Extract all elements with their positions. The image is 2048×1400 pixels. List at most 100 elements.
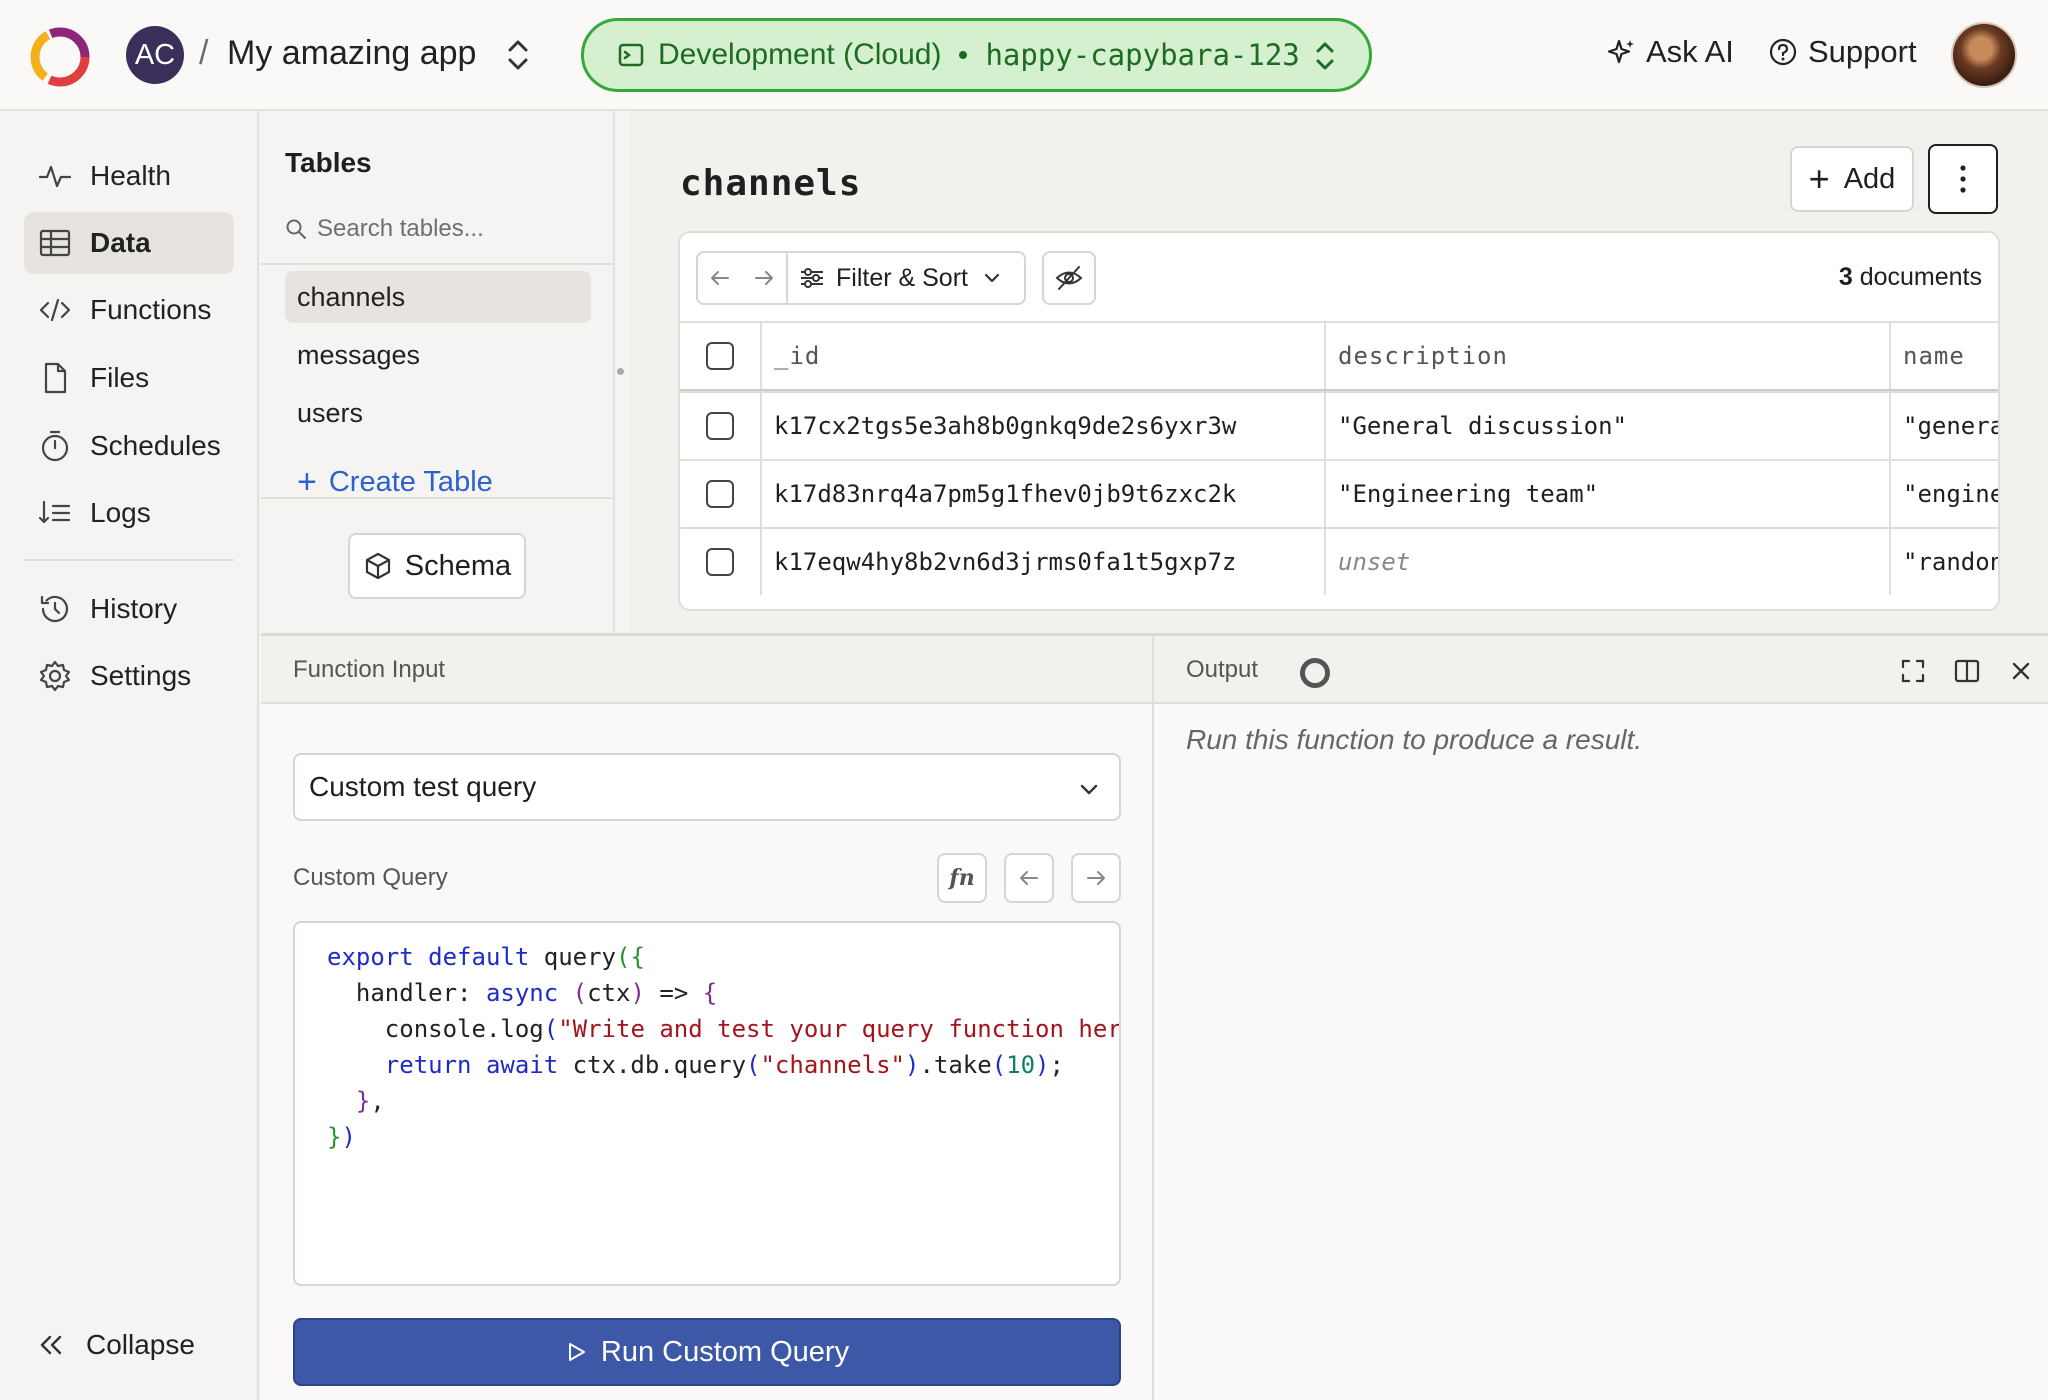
- more-vertical-icon: [1960, 165, 1966, 193]
- separator-dot: [959, 51, 968, 59]
- nav-item-data[interactable]: Data: [24, 212, 234, 274]
- add-label: Add: [1843, 162, 1896, 195]
- history-forward-button[interactable]: [1071, 853, 1121, 903]
- nav-item-history[interactable]: History: [24, 578, 234, 640]
- output-empty-message: Run this function to produce a result.: [1186, 724, 1643, 755]
- nav-label: Schedules: [90, 430, 221, 461]
- sliders-icon: [801, 268, 823, 288]
- close-button[interactable]: [1994, 654, 2048, 688]
- deployment-type: Development (Cloud): [658, 38, 942, 71]
- timer-icon: [41, 430, 69, 462]
- collapse-button[interactable]: Collapse: [36, 1329, 195, 1361]
- table-item-channels[interactable]: channels: [285, 271, 591, 323]
- search-icon: [286, 219, 306, 239]
- cell-description[interactable]: "Engineering team": [1326, 461, 1891, 527]
- function-template-button[interactable]: fn: [937, 853, 987, 903]
- select-all-checkbox[interactable]: [706, 342, 734, 370]
- add-document-button[interactable]: + Add: [1790, 146, 1914, 212]
- app-name[interactable]: My amazing app: [227, 34, 476, 73]
- row-checkbox[interactable]: [706, 548, 734, 576]
- pulse-icon: [38, 165, 72, 188]
- nav-label: Data: [90, 227, 151, 258]
- eye-off-icon: [1055, 266, 1083, 290]
- cell-id[interactable]: k17cx2tgs5e3ah8b0gnkq9de2s6yxr3w: [762, 393, 1326, 459]
- column-header-name[interactable]: name: [1891, 323, 1998, 389]
- ask-ai-button[interactable]: Ask AI: [1606, 34, 1734, 70]
- help-circle-icon: [1769, 38, 1797, 66]
- sparkle-icon: [1607, 39, 1634, 64]
- schema-button[interactable]: Schema: [348, 533, 526, 599]
- filter-sort-button[interactable]: Filter & Sort: [786, 253, 1024, 303]
- nav-label: Files: [90, 362, 150, 393]
- cell-description-unset[interactable]: unset: [1326, 529, 1891, 595]
- nav-item-settings[interactable]: Settings: [24, 645, 234, 707]
- cell-name[interactable]: "randon: [1891, 529, 1998, 595]
- code-editor[interactable]: export default query({ handler: async (c…: [293, 921, 1121, 1286]
- row-select-cell: [680, 393, 762, 459]
- create-table-label: Create Table: [328, 466, 493, 498]
- chevron-down-icon: [984, 273, 1000, 283]
- history-icon: [40, 595, 69, 623]
- function-input-panel: Function Input Custom test query Custom …: [261, 633, 1154, 1400]
- ask-ai-label: Ask AI: [1646, 34, 1734, 69]
- output-actions: [1886, 654, 2048, 688]
- function-input-header: Function Input: [261, 636, 1152, 704]
- nav-item-functions[interactable]: Functions: [24, 279, 234, 341]
- cell-name[interactable]: "genera: [1891, 393, 1998, 459]
- split-view-icon: [1954, 659, 1980, 683]
- function-select-value: Custom test query: [309, 771, 537, 802]
- select-all-cell: [680, 323, 762, 389]
- row-checkbox[interactable]: [706, 412, 734, 440]
- arrow-left-icon: [1020, 871, 1038, 885]
- deployment-name: happy-capybara-123: [985, 38, 1300, 72]
- nav-item-schedules[interactable]: Schedules: [24, 415, 234, 477]
- row-checkbox[interactable]: [706, 480, 734, 508]
- org-initials: AC: [134, 38, 176, 71]
- history-back-button[interactable]: [1004, 853, 1054, 903]
- user-avatar[interactable]: [1951, 22, 2017, 88]
- chevron-updown-icon[interactable]: [504, 36, 532, 74]
- forward-button[interactable]: [742, 253, 786, 303]
- nav-item-files[interactable]: Files: [24, 347, 234, 409]
- resize-handle[interactable]: [617, 368, 624, 375]
- function-select[interactable]: Custom test query: [293, 753, 1121, 821]
- nav-item-health[interactable]: Health: [24, 145, 234, 207]
- table-title: channels: [680, 163, 862, 204]
- nav-label: Health: [90, 160, 171, 191]
- cell-description[interactable]: "General discussion": [1326, 393, 1891, 459]
- document-count: 3 documents: [1839, 263, 1982, 292]
- cell-id[interactable]: k17eqw4hy8b2vn6d3jrms0fa1t5gxp7z: [762, 529, 1326, 595]
- cell-id[interactable]: k17d83nrq4a7pm5g1fhev0jb9t6zxc2k: [762, 461, 1326, 527]
- org-avatar[interactable]: AC: [126, 26, 184, 84]
- status-ring-icon: [1300, 658, 1330, 688]
- fullscreen-button[interactable]: [1886, 654, 1940, 688]
- back-button[interactable]: [698, 253, 742, 303]
- top-bar: AC / My amazing app Development (Cloud) …: [0, 0, 2048, 111]
- data-table-card: Filter & Sort 3 documents _id descriptio…: [678, 231, 2000, 611]
- cell-name[interactable]: "engine: [1891, 461, 1998, 527]
- more-options-button[interactable]: [1928, 144, 1998, 214]
- row-select-cell: [680, 461, 762, 527]
- convex-logo-icon[interactable]: [30, 27, 90, 87]
- left-nav: Health Data Functions Files Schedules Lo…: [0, 111, 259, 1400]
- chevron-updown-icon: [1316, 42, 1334, 70]
- filter-toolbar: Filter & Sort: [696, 251, 1026, 305]
- code-icon: [39, 298, 71, 322]
- column-header-id[interactable]: _id: [762, 323, 1326, 389]
- nav-item-logs[interactable]: Logs: [24, 482, 234, 544]
- table-item-messages[interactable]: messages: [285, 329, 591, 381]
- column-header-description[interactable]: description: [1326, 323, 1891, 389]
- tables-search-input[interactable]: Search tables...: [285, 215, 484, 243]
- table-icon: [39, 229, 71, 257]
- table-row: k17d83nrq4a7pm5g1fhev0jb9t6zxc2k "Engine…: [680, 459, 1998, 527]
- filter-sort-label: Filter & Sort: [836, 263, 968, 292]
- arrow-right-icon: [1087, 871, 1105, 885]
- split-view-button[interactable]: [1940, 654, 1994, 688]
- deployment-selector[interactable]: Development (Cloud) happy-capybara-123: [581, 18, 1372, 92]
- schema-label: Schema: [404, 549, 512, 582]
- tables-title: Tables: [285, 147, 372, 178]
- table-item-users[interactable]: users: [285, 387, 591, 439]
- run-custom-query-button[interactable]: Run Custom Query: [293, 1318, 1121, 1386]
- support-button[interactable]: Support: [1768, 34, 1917, 70]
- hide-columns-button[interactable]: [1042, 251, 1096, 305]
